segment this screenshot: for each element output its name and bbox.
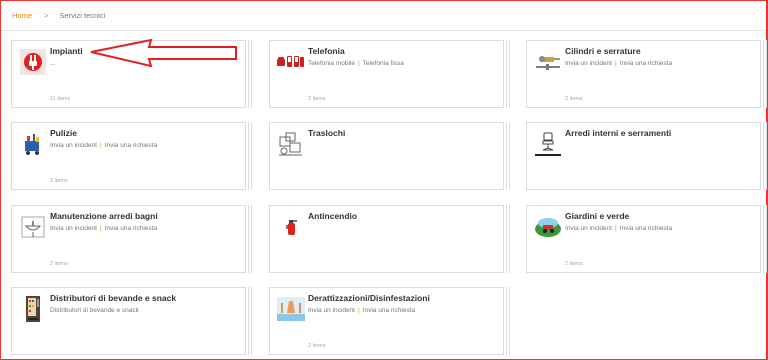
card-derattizzazioni[interactable]: Derattizzazioni/Disinfestazioni Invia un…	[269, 287, 510, 355]
card-item-count: 11 items	[50, 96, 71, 102]
card-item-count: 2 items	[50, 178, 68, 184]
electrical-plug-icon	[19, 48, 47, 76]
card-antincendio[interactable]: Antincendio	[269, 205, 510, 273]
card-stack-edge	[507, 122, 510, 190]
invia-richiesta-link[interactable]: Invia una richiesta	[105, 142, 157, 149]
card-links: Invia un incident | Invia una richiesta	[50, 225, 157, 232]
card-stack-edge	[249, 122, 252, 190]
card-title: Traslochi	[308, 128, 346, 138]
link-separator: |	[99, 142, 102, 149]
card-arredi-interni[interactable]: Arredi interni e serramenti	[526, 122, 767, 190]
card-giardini-verde[interactable]: Giardini e verde Invia un incident | Invia…	[526, 205, 767, 273]
card-stack-edge	[764, 205, 767, 273]
bathroom-sink-icon	[19, 213, 47, 241]
vending-machine-icon	[19, 295, 47, 323]
card-item-count: 2 items	[50, 261, 68, 267]
card-links: Invia un incident | Invia una richiesta	[308, 307, 415, 314]
moving-boxes-icon	[277, 130, 305, 158]
breadcrumb: Home > Servizi tecnici	[12, 11, 105, 20]
card-stack-edge	[249, 40, 252, 108]
telefonia-fissa-link[interactable]: Telefonia fissa	[363, 60, 404, 67]
invia-richiesta-link[interactable]: Invia una richiesta	[620, 225, 672, 232]
invia-incident-link[interactable]: Invia un incident	[50, 225, 97, 232]
distributori-link[interactable]: Distributori di bevande e snack	[50, 307, 139, 314]
telefonia-mobile-link[interactable]: Telefonia mobile	[308, 60, 355, 67]
card-stack-edge	[507, 205, 510, 273]
card-stack-edge	[764, 40, 767, 108]
card-links: Invia un incident | Invia una richiesta	[565, 60, 672, 67]
link-separator: |	[614, 225, 617, 232]
card-stack-edge	[249, 205, 252, 273]
invia-incident-link[interactable]: Invia un incident	[565, 225, 612, 232]
card-title: Giardini e verde	[565, 211, 630, 221]
card-title: Antincendio	[308, 211, 358, 221]
card-manutenzione-bagni[interactable]: Manutenzione arredi bagni Invia un incid…	[11, 205, 252, 273]
link-separator: |	[357, 307, 360, 314]
card-title: Telefonia	[308, 46, 345, 56]
card-traslochi[interactable]: Traslochi	[269, 122, 510, 190]
card-title: Distributori di bevande e snack	[50, 293, 177, 303]
card-item-count: 2 items	[308, 343, 326, 349]
invia-richiesta-link[interactable]: Invia una richiesta	[620, 60, 672, 67]
link-separator: |	[357, 60, 360, 67]
card-title: Arredi interni e serramenti	[565, 128, 672, 138]
card-description: ...	[50, 60, 55, 67]
card-distributori[interactable]: Distributori di bevande e snack Distribu…	[11, 287, 252, 355]
card-links: Invia un incident | Invia una richiesta	[50, 142, 157, 149]
breadcrumb-separator: >	[44, 11, 49, 20]
card-stack-edge	[507, 40, 510, 108]
card-stack-edge	[507, 287, 510, 355]
card-pulizie[interactable]: Pulizie Invia un incident | Invia una rich…	[11, 122, 252, 190]
invia-incident-link[interactable]: Invia un incident	[308, 307, 355, 314]
card-stack-edge	[249, 287, 252, 355]
card-title: Manutenzione arredi bagni	[50, 211, 158, 221]
garden-mower-icon	[534, 213, 562, 241]
card-item-count: 2 items	[565, 96, 583, 102]
key-lock-icon	[534, 48, 562, 76]
card-stack-edge	[764, 122, 767, 190]
pest-control-icon	[277, 295, 305, 323]
card-item-count: 2 items	[565, 261, 583, 267]
link-separator: |	[99, 225, 102, 232]
breadcrumb-current: Servizi tecnici	[59, 11, 106, 20]
card-title: Derattizzazioni/Disinfestazioni	[308, 293, 430, 303]
invia-richiesta-link[interactable]: Invia una richiesta	[105, 225, 157, 232]
card-item-count: 2 items	[308, 96, 326, 102]
annotation-arrow-icon	[90, 38, 237, 67]
invia-incident-link[interactable]: Invia un incident	[50, 142, 97, 149]
card-link: ...	[50, 60, 56, 67]
invia-incident-link[interactable]: Invia un incident	[565, 60, 612, 67]
telephone-icon	[277, 48, 305, 76]
card-title: Cilindri e serrature	[565, 46, 641, 56]
card-title: Impianti	[50, 46, 83, 56]
breadcrumb-home-link[interactable]: Home	[12, 11, 32, 20]
card-cilindri-serrature[interactable]: Cilindri e serrature Invia un incident | I…	[526, 40, 767, 108]
fire-extinguisher-icon	[277, 213, 305, 241]
card-links: Invia un incident | Invia una richiesta	[565, 225, 672, 232]
card-telefonia[interactable]: Telefonia Telefonia mobile | Telefonia fis…	[269, 40, 510, 108]
header-divider	[1, 30, 766, 31]
office-chair-icon	[534, 130, 562, 158]
cleaning-cart-icon	[19, 130, 47, 158]
card-title: Pulizie	[50, 128, 77, 138]
card-links: Telefonia mobile | Telefonia fissa	[308, 60, 404, 67]
link-separator: |	[614, 60, 617, 67]
card-links: Distributori di bevande e snack	[50, 307, 139, 314]
invia-richiesta-link[interactable]: Invia una richiesta	[363, 307, 415, 314]
